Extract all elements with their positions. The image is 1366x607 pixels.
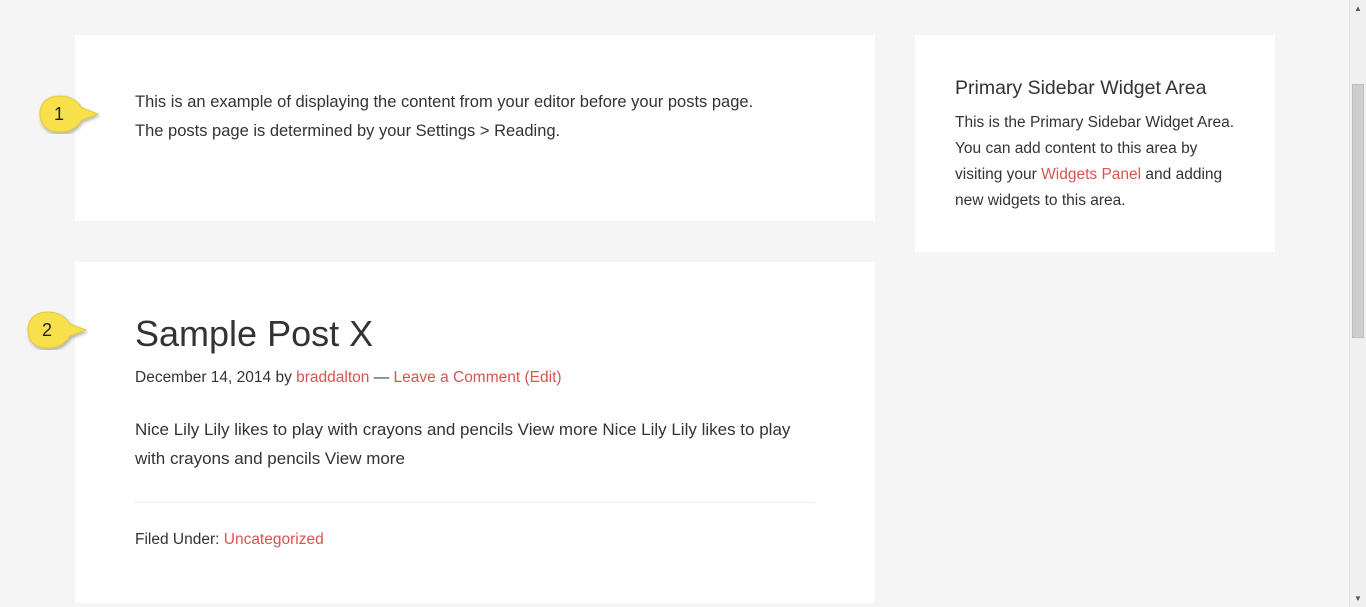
post-title[interactable]: Sample Post X [135, 312, 373, 356]
widget-title: Primary Sidebar Widget Area [955, 77, 1207, 99]
scroll-up-button[interactable]: ▲ [1350, 0, 1366, 17]
vertical-scrollbar[interactable]: ▲ ▼ [1349, 0, 1366, 607]
triangle-down-icon: ▼ [1354, 594, 1362, 603]
intro-content-box: This is an example of displaying the con… [75, 35, 875, 221]
leave-comment-link[interactable]: Leave a Comment [394, 369, 521, 386]
callout-label-2: 2 [41, 320, 52, 340]
post-by: by [275, 369, 292, 386]
post-footer: Filed Under: Uncategorized [135, 529, 324, 551]
category-link[interactable]: Uncategorized [224, 531, 324, 548]
post-body: Nice Lily Lily likes to play with crayon… [135, 420, 791, 468]
callout-marker-2: 2 [24, 310, 88, 350]
triangle-up-icon: ▲ [1354, 4, 1362, 13]
page: This is an example of displaying the con… [0, 0, 1366, 607]
post-divider [135, 502, 815, 503]
callout-label-1: 1 [53, 104, 64, 124]
callout-marker-1: 1 [36, 94, 100, 134]
primary-sidebar-widget: Primary Sidebar Widget Area This is the … [915, 35, 1275, 252]
meta-dash: — [373, 369, 390, 386]
edit-link[interactable]: (Edit) [525, 369, 562, 386]
post-article: Sample Post X December 14, 2014 by bradd… [75, 262, 875, 603]
scroll-down-button[interactable]: ▼ [1350, 590, 1366, 607]
intro-line-1: This is an example of displaying the con… [135, 93, 754, 111]
post-date: December 14, 2014 [135, 369, 272, 386]
widgets-panel-link[interactable]: Widgets Panel [1041, 166, 1141, 183]
scroll-thumb[interactable] [1352, 84, 1364, 338]
intro-line-2: The posts page is determined by your Set… [135, 122, 561, 140]
widget-text: This is the Primary Sidebar Widget Area.… [955, 110, 1240, 214]
filed-under-label: Filed Under: [135, 531, 220, 548]
intro-text: This is an example of displaying the con… [135, 88, 835, 146]
post-author-link[interactable]: braddalton [296, 369, 369, 386]
post-meta: December 14, 2014 by braddalton — Leave … [135, 367, 562, 389]
